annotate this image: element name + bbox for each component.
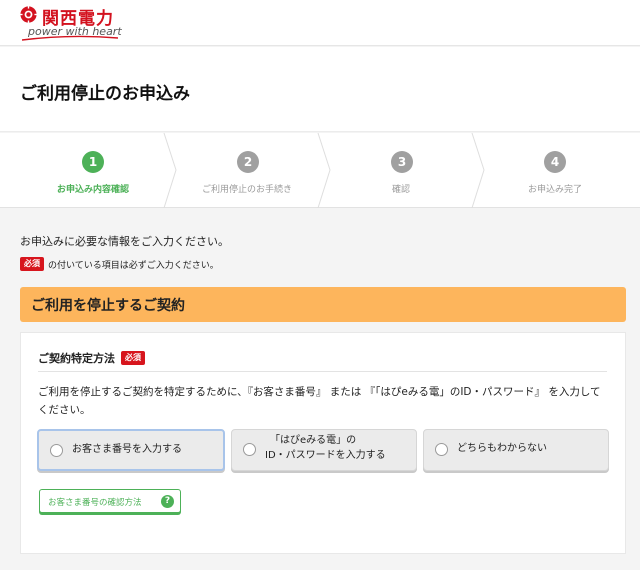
intro-text: お申込みに必要な情報をご入力ください。 <box>20 235 229 248</box>
page-title: ご利用停止のお申込み <box>20 84 190 104</box>
step-1-number: 1 <box>82 151 104 173</box>
card-required-badge: 必須 <box>121 351 145 365</box>
required-note: 必須 の付いている項目は必ずご入力ください。 <box>20 257 219 271</box>
slogan-swoosh-icon <box>22 35 118 41</box>
step-3-number: 3 <box>391 151 413 173</box>
title-band: ご利用停止のお申込み <box>0 47 640 132</box>
option-neither[interactable]: どちらもわからない <box>423 429 609 471</box>
site-header: 関西電力 power with heart <box>0 0 640 46</box>
step-indicator: 1 お申込み内容確認 2 ご利用停止のお手続き 3 確認 4 お申込み完了 <box>0 133 640 208</box>
option-hapie-id[interactable]: 「はぴeみる電」の ID・パスワードを入力する <box>231 429 417 471</box>
contract-card: ご契約特定方法 必須 ご利用を停止するご契約を特定するために、『お客さま番号』 … <box>20 332 626 554</box>
required-badge: 必須 <box>20 257 44 271</box>
step-4-label: お申込み完了 <box>527 185 582 195</box>
main-content: お申込みに必要な情報をご入力ください。 必須 の付いている項目は必ずご入力くださ… <box>0 209 640 570</box>
card-heading: ご契約特定方法 必須 <box>38 350 145 366</box>
help-button-label: お客さま番号の確認方法 <box>48 498 142 508</box>
question-icon: ? <box>161 495 174 508</box>
card-description: ご利用を停止するご契約を特定するために、『お客さま番号』 または 『「はぴeみる… <box>38 386 601 416</box>
option-customer-number-label: お客さま番号を入力する <box>72 444 182 455</box>
section-title: ご利用を停止するご契約 <box>31 298 185 314</box>
step-4-number: 4 <box>544 151 566 173</box>
required-note-text: の付いている項目は必ずご入力ください。 <box>48 260 219 271</box>
step-2-label: ご利用停止のお手続き <box>201 185 292 195</box>
step-1-label: お申込み内容確認 <box>56 185 129 195</box>
customer-number-help-button[interactable]: お客さま番号の確認方法 ? <box>39 489 181 513</box>
step-4: 4 お申込み完了 <box>478 133 632 208</box>
option-hapie-id-label-2: ID・パスワードを入力する <box>265 450 386 461</box>
radio-customer-number[interactable] <box>50 444 63 457</box>
radio-hapie-id[interactable] <box>243 443 256 456</box>
option-neither-label: どちらもわからない <box>457 443 547 454</box>
option-hapie-id-label-1: 「はぴeみる電」の <box>270 435 357 446</box>
section-header: ご利用を停止するご契約 <box>20 287 626 322</box>
divider <box>38 371 607 372</box>
step-3: 3 確認 <box>324 133 478 208</box>
step-1: 1 お申込み内容確認 <box>0 133 170 208</box>
step-2: 2 ご利用停止のお手続き <box>170 133 324 208</box>
kepco-logo-icon[interactable] <box>20 6 37 23</box>
step-3-label: 確認 <box>391 185 410 195</box>
card-heading-text: ご契約特定方法 <box>38 352 115 365</box>
option-customer-number[interactable]: お客さま番号を入力する <box>37 429 225 471</box>
radio-neither[interactable] <box>435 443 448 456</box>
step-2-number: 2 <box>237 151 259 173</box>
